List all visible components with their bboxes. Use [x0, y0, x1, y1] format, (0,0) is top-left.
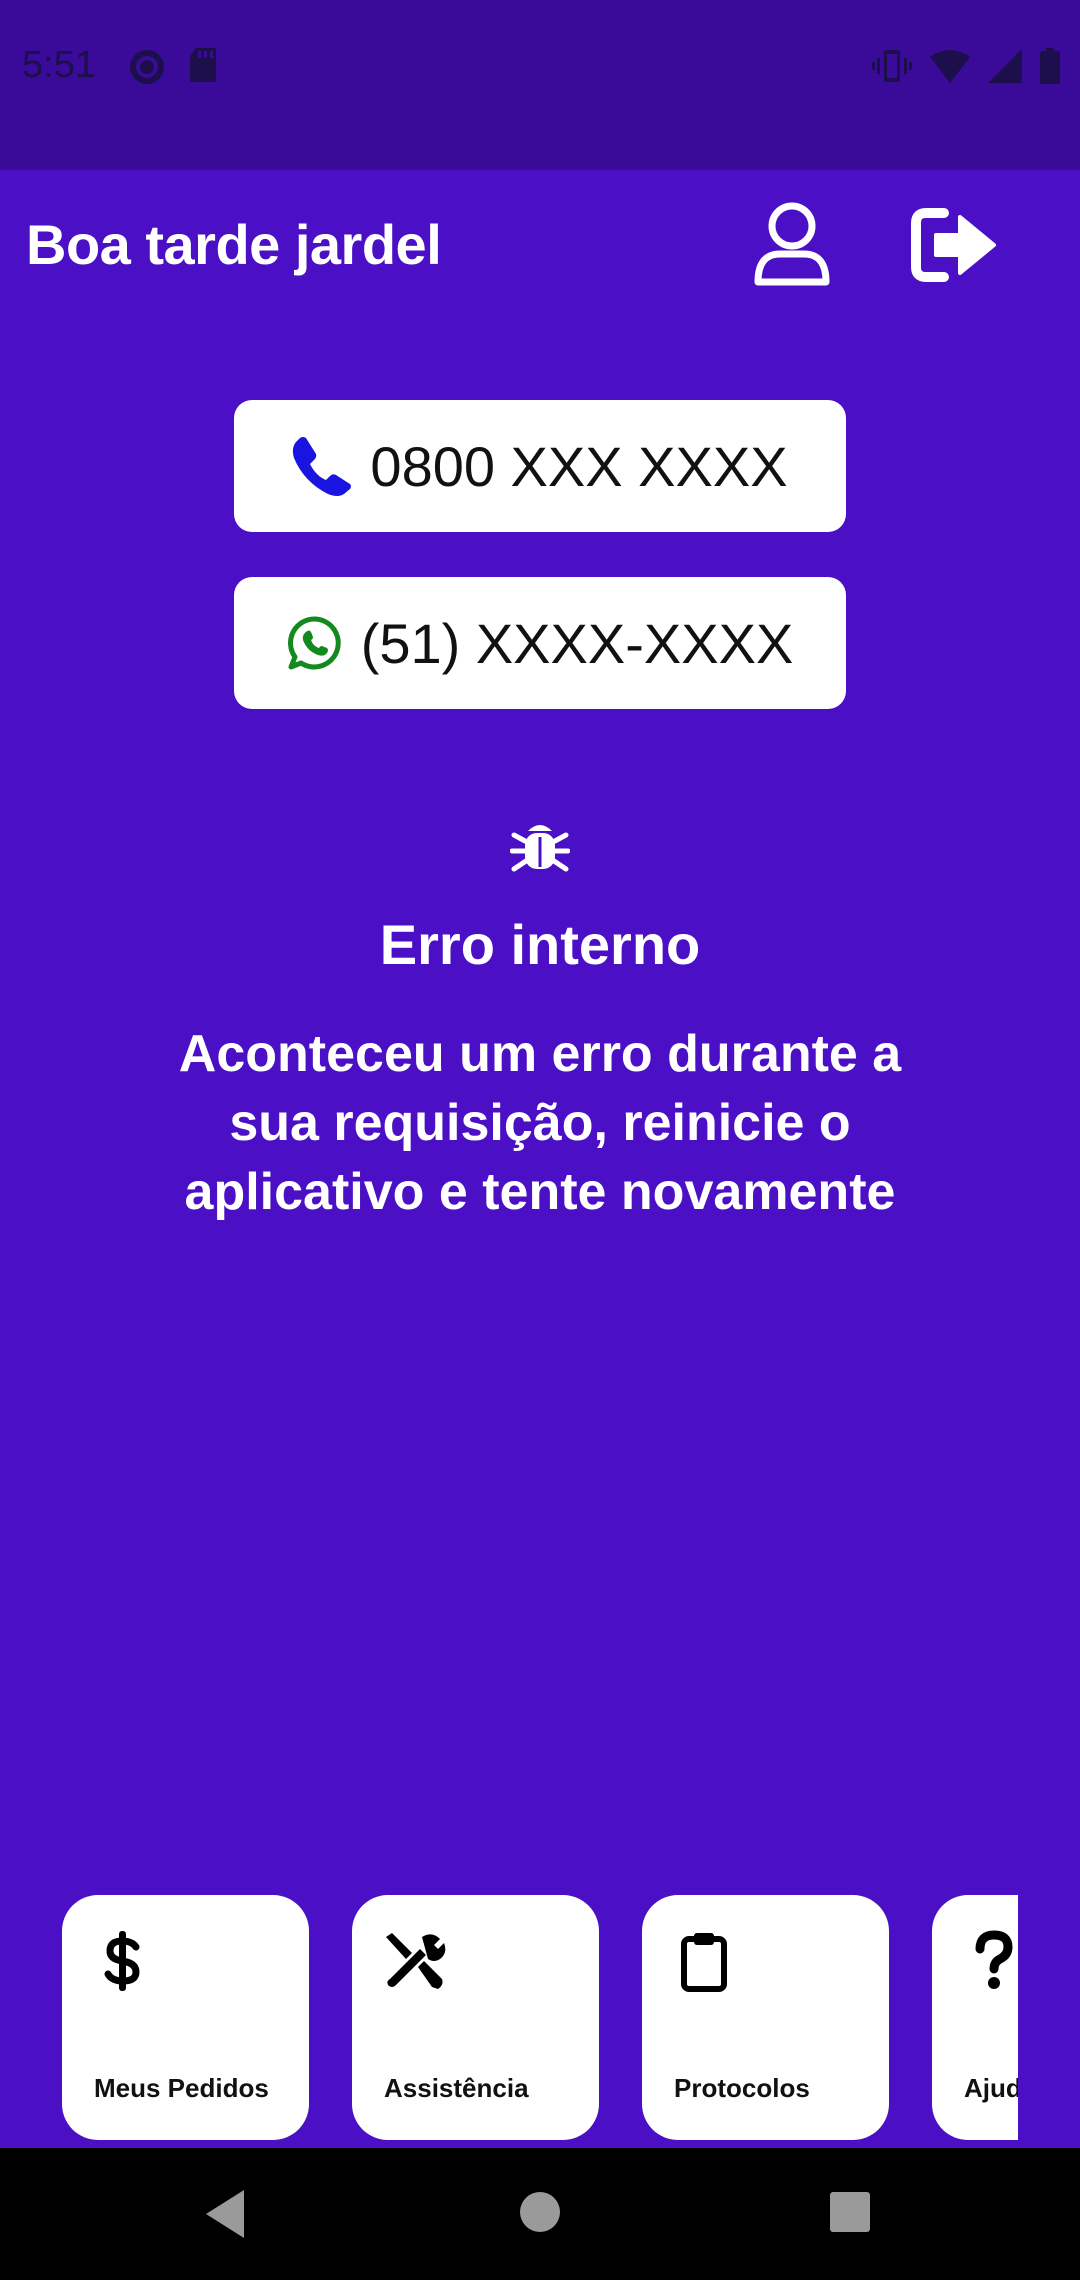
battery-icon	[1040, 48, 1060, 84]
vibrate-icon	[872, 50, 912, 82]
menu-card-assistencia[interactable]: Assistência	[352, 1895, 599, 2140]
tools-icon	[386, 1933, 446, 1989]
menu-card-meus-pedidos[interactable]: Meus Pedidos	[62, 1895, 309, 2140]
question-icon	[975, 1930, 1013, 1989]
greeting-title: Boa tarde jardel	[26, 213, 442, 276]
signal-icon	[988, 49, 1022, 83]
menu-carousel[interactable]: Meus Pedidos Assistência Protocolos Ajud…	[0, 1895, 1018, 2140]
home-icon[interactable]	[518, 2190, 562, 2234]
whatsapp-icon	[287, 616, 341, 670]
status-bar: 5:51	[0, 0, 1080, 170]
recents-icon[interactable]	[828, 2190, 872, 2234]
bug-icon	[510, 825, 570, 872]
pocket-casts-icon	[130, 50, 164, 84]
sign-out-icon	[911, 208, 996, 282]
logout-button[interactable]	[910, 205, 1000, 285]
menu-label-ajuda: Ajuda	[964, 2073, 1018, 2103]
sd-card-icon	[190, 48, 216, 82]
menu-card-protocolos[interactable]: Protocolos	[642, 1895, 889, 2140]
back-icon[interactable]	[200, 2184, 250, 2244]
dollar-icon	[104, 1931, 140, 1991]
wifi-icon	[930, 50, 970, 83]
error-title: Erro interno	[379, 913, 701, 976]
phone-number: 0800 XXX XXXX	[370, 434, 788, 498]
phone-contact-button[interactable]: 0800 XXX XXXX	[234, 400, 846, 532]
whatsapp-number: (51) XXXX-XXXX	[360, 611, 794, 675]
menu-card-ajuda[interactable]: Ajuda	[932, 1895, 1018, 2140]
clipboard-icon	[681, 1933, 727, 1992]
profile-button[interactable]	[752, 200, 832, 290]
menu-label-protocolos: Protocolos	[674, 2073, 810, 2103]
whatsapp-contact-button[interactable]: (51) XXXX-XXXX	[234, 577, 846, 709]
status-right-icons	[872, 48, 1060, 84]
menu-label-assistencia: Assistência	[384, 2073, 529, 2103]
menu-label-meus-pedidos: Meus Pedidos	[94, 2073, 269, 2103]
status-time: 5:51	[22, 44, 96, 86]
error-message: Aconteceu um erro durante a sua requisiç…	[178, 1025, 902, 1221]
phone-icon	[293, 437, 352, 496]
status-left-icons	[128, 48, 218, 86]
user-icon	[754, 202, 830, 286]
system-nav-bar	[0, 2148, 1080, 2280]
